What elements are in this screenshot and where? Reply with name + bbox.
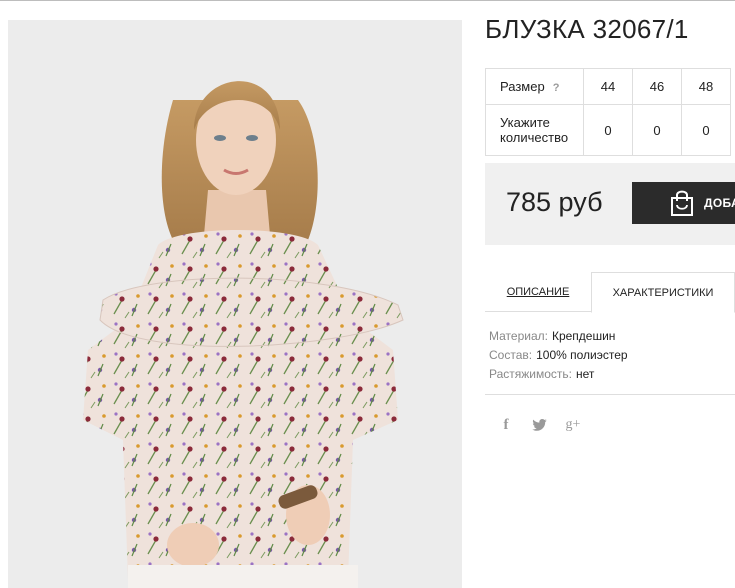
- top-divider: [0, 0, 735, 1]
- tab-characteristics[interactable]: ХАРАКТЕРИСТИКИ: [591, 272, 735, 313]
- spec-key: Растяжимость:: [489, 367, 573, 381]
- size-help-icon[interactable]: ?: [553, 82, 560, 94]
- size-quantity-table: Размер? 44 46 48 Укажите количество 0 0 …: [485, 68, 731, 156]
- spec-stretch: Растяжимость: нет: [489, 365, 628, 384]
- add-to-cart-button[interactable]: ДОБА: [632, 182, 735, 224]
- size-option-46[interactable]: 46: [632, 68, 682, 105]
- quantity-row: Укажите количество 0 0 0: [485, 104, 731, 156]
- facebook-share-icon[interactable]: f: [499, 415, 513, 435]
- section-divider: [485, 394, 735, 395]
- quantity-input-48[interactable]: 0: [681, 104, 731, 156]
- quantity-label-line2: количество: [500, 130, 569, 145]
- spec-value: нет: [576, 367, 595, 381]
- quantity-label-line1: Укажите: [500, 115, 550, 130]
- size-label: Размер: [500, 79, 545, 94]
- googleplus-share-icon[interactable]: g+: [562, 415, 584, 435]
- quantity-input-44[interactable]: 0: [583, 104, 633, 156]
- product-photo[interactable]: [8, 20, 462, 588]
- product-title: БЛУЗКА 32067/1: [485, 14, 689, 44]
- size-label-cell: Размер?: [485, 68, 584, 105]
- spec-composition: Состав: 100% полиэстер: [489, 346, 628, 365]
- spec-key: Состав:: [489, 348, 533, 362]
- product-price: 785 руб: [506, 187, 603, 217]
- spec-value: 100% полиэстер: [536, 348, 628, 362]
- characteristics-list: Материал: Крепдешин Состав: 100% полиэстер…: [489, 327, 628, 384]
- spec-material: Материал: Крепдешин: [489, 327, 628, 346]
- add-to-cart-label: ДОБА: [704, 196, 735, 210]
- product-tabs: ОПИСАНИЕ ХАРАКТЕРИСТИКИ: [485, 272, 735, 313]
- spec-value: Крепдешин: [551, 329, 616, 343]
- size-option-44[interactable]: 44: [583, 68, 633, 105]
- quantity-label-cell: Укажите количество: [485, 104, 584, 156]
- spec-key: Материал:: [489, 329, 548, 343]
- twitter-share-icon[interactable]: [530, 415, 548, 435]
- purchase-box: 785 руб ДОБА: [485, 163, 735, 245]
- quantity-input-46[interactable]: 0: [632, 104, 682, 156]
- shopping-bag-icon: [671, 190, 693, 216]
- tab-description[interactable]: ОПИСАНИЕ: [485, 272, 591, 312]
- size-option-48[interactable]: 48: [681, 68, 731, 105]
- size-row: Размер? 44 46 48: [485, 68, 731, 105]
